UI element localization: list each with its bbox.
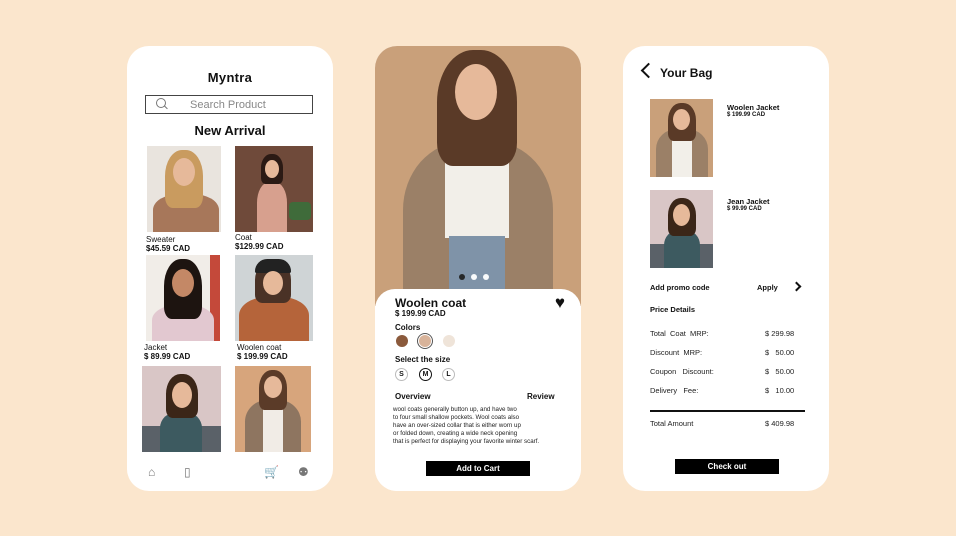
color-swatch-brown[interactable]	[396, 335, 408, 347]
product-description: wool coats generally button up, and have…	[393, 406, 540, 445]
size-l[interactable]: L	[442, 368, 455, 381]
product-hero-image	[375, 46, 581, 306]
tab-overview[interactable]: Overview	[395, 392, 431, 401]
product-card-coat[interactable]: Coat $129.99 CAD	[235, 233, 283, 251]
size-s[interactable]: S	[395, 368, 408, 381]
color-swatch-cream[interactable]	[443, 335, 455, 347]
detail-sheet: Woolen coat $ 199.99 CAD ♥ Colors Select…	[375, 289, 581, 491]
section-heading: New Arrival	[194, 123, 266, 138]
product-price: $ 199.99 CAD	[395, 309, 446, 318]
size-label: Select the size	[395, 355, 451, 364]
product-name: Coat	[235, 233, 252, 242]
price-details-heading: Price Details	[650, 305, 696, 314]
product-card-jacket[interactable]: Jacket $ 89.99 CAD	[144, 343, 190, 361]
product-image-sweater[interactable]	[147, 146, 221, 232]
price-row-label: Delivery Fee:	[650, 386, 699, 395]
price-row-label: Total Coat MRP:	[650, 329, 709, 338]
cart-icon[interactable]: 🛒	[264, 465, 279, 479]
bag-screen: Your Bag Woolen Jacket $ 199.99 CAD Jean…	[623, 46, 829, 491]
checkout-button[interactable]: Check out	[675, 459, 779, 474]
carousel-dots[interactable]	[459, 274, 489, 280]
bookmark-icon[interactable]: ▯	[184, 465, 191, 479]
chevron-right-icon[interactable]	[791, 281, 802, 292]
bag-item-price: $ 199.99 CAD	[727, 112, 766, 118]
add-to-cart-button[interactable]: Add to Cart	[426, 461, 530, 476]
bag-item-image-woolen-jacket	[650, 99, 713, 177]
product-list-screen: Myntra New Arrival Sweater $45.59 CAD Co…	[127, 46, 333, 491]
total-label: Total Amount	[650, 419, 694, 428]
heart-icon[interactable]: ♥	[555, 294, 565, 311]
tab-review[interactable]: Review	[527, 392, 555, 401]
product-price: $129.99 CAD	[235, 242, 284, 251]
product-image-6[interactable]	[235, 366, 311, 452]
colors-label: Colors	[395, 323, 421, 332]
product-price: $ 199.99 CAD	[237, 352, 288, 361]
product-card-sweater[interactable]: Sweater $45.59 CAD	[146, 235, 190, 253]
size-m[interactable]: M	[419, 368, 432, 381]
total-value: $ 409.98	[765, 419, 795, 428]
product-name: Jacket	[144, 343, 168, 352]
product-price: $ 89.99 CAD	[144, 352, 191, 361]
product-image-jacket[interactable]	[146, 255, 220, 341]
product-price: $45.59 CAD	[146, 244, 191, 253]
bag-item-price: $ 99.99 CAD	[727, 206, 762, 212]
product-card-woolen-coat[interactable]: Woolen coat $ 199.99 CAD	[237, 343, 288, 361]
product-image-5[interactable]	[142, 366, 221, 452]
search-bar[interactable]	[145, 95, 313, 114]
search-input[interactable]	[190, 98, 300, 111]
brand-title: Myntra	[207, 70, 253, 85]
page-title: Your Bag	[660, 66, 713, 80]
price-row-value: $ 50.00	[765, 367, 795, 376]
bottom-nav: ⌂ ▯ 🛒 ⚉	[127, 465, 333, 479]
search-icon	[156, 97, 170, 112]
price-row-value: $ 299.98	[765, 329, 795, 338]
product-name: Sweater	[146, 235, 176, 244]
back-icon[interactable]	[640, 62, 657, 79]
bag-item-image-jean-jacket	[650, 190, 713, 268]
profile-icon[interactable]: ⚉	[298, 465, 309, 479]
product-image-coat[interactable]	[235, 146, 313, 232]
bag-item-name: Jean Jacket	[727, 197, 770, 206]
bag-item-name: Woolen Jacket	[727, 103, 780, 112]
color-swatch-tan[interactable]	[419, 335, 431, 347]
product-image-woolen-coat[interactable]	[235, 255, 313, 341]
product-detail-screen: Woolen coat $ 199.99 CAD ♥ Colors Select…	[375, 46, 581, 491]
home-icon[interactable]: ⌂	[148, 465, 155, 479]
price-row-value: $ 50.00	[765, 348, 795, 357]
product-name: Woolen coat	[237, 343, 282, 352]
price-row-value: $ 10.00	[765, 386, 795, 395]
price-row-label: Coupon Discount:	[650, 367, 714, 376]
price-row-label: Discount MRP:	[650, 348, 703, 357]
product-title: Woolen coat	[395, 296, 467, 310]
promo-code-label[interactable]: Add promo code	[650, 283, 710, 292]
divider	[650, 410, 805, 412]
apply-button[interactable]: Apply	[757, 283, 778, 292]
